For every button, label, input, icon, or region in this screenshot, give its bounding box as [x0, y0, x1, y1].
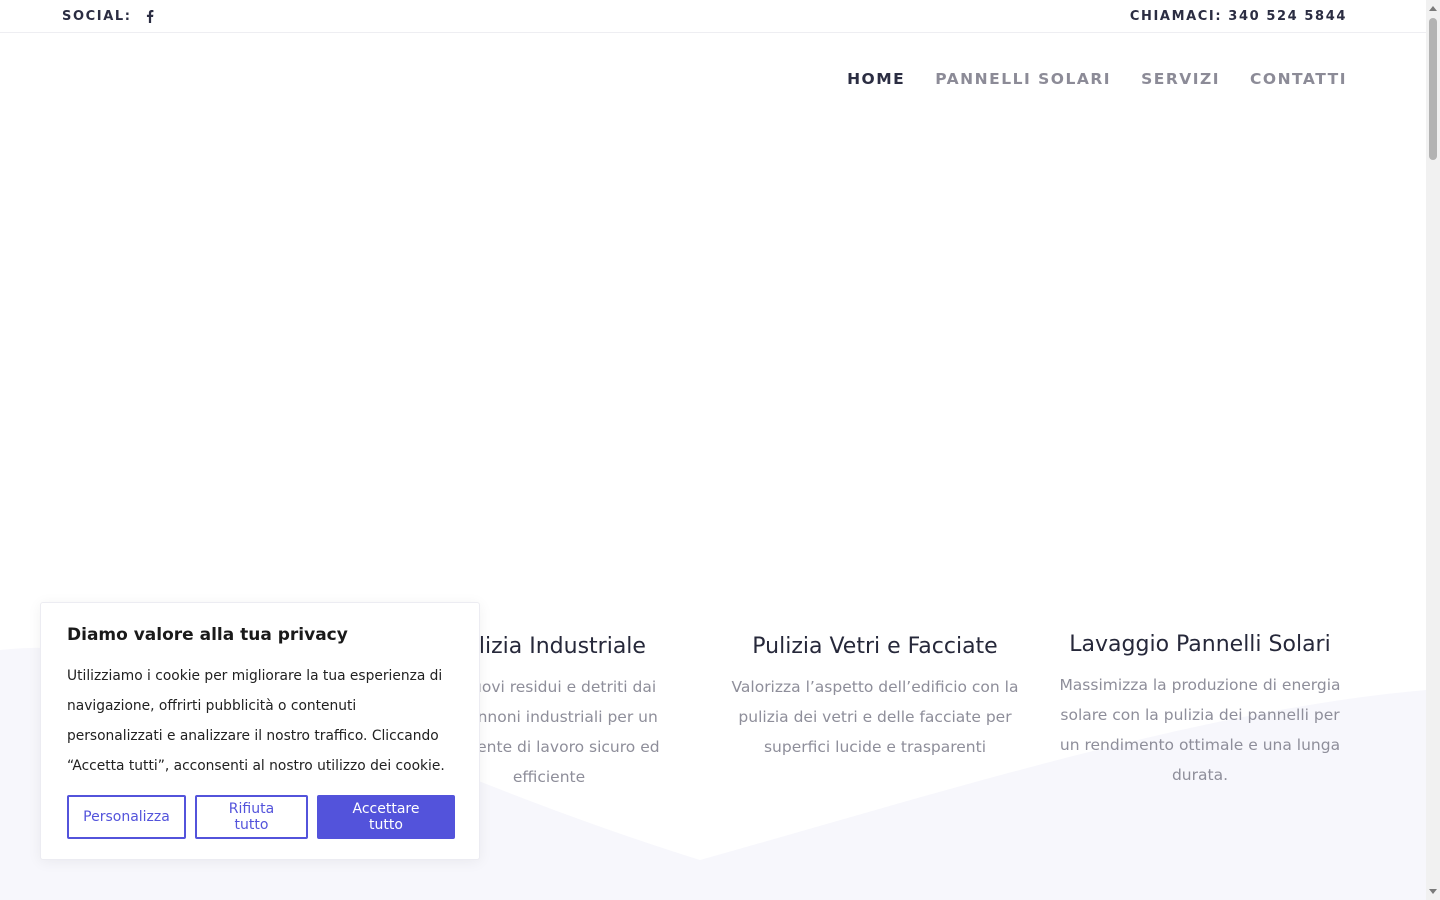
nav-item-servizi[interactable]: SERVIZI — [1141, 70, 1220, 88]
customize-button[interactable]: Personalizza — [67, 795, 186, 839]
page-scrollbar[interactable] — [1426, 0, 1440, 900]
accept-all-button[interactable]: Accettare tutto — [317, 795, 455, 839]
service-card: Pulizia Vetri e Facciate Valorizza l’asp… — [710, 630, 1040, 762]
service-text: Valorizza l’aspetto dell’edificio con la… — [731, 678, 1019, 756]
cookie-title: Diamo valore alla tua privacy — [67, 625, 348, 645]
service-title: Lavaggio Pannelli Solari — [1069, 632, 1331, 657]
service-card: Lavaggio Pannelli Solari Massimizza la p… — [1035, 628, 1365, 790]
scroll-thumb[interactable] — [1429, 18, 1437, 160]
service-title: Pulizia Vetri e Facciate — [752, 634, 998, 659]
cookie-actions: Personalizza Rifiuta tutto Accettare tut… — [67, 795, 455, 839]
reject-all-button[interactable]: Rifiuta tutto — [195, 795, 308, 839]
phone-link[interactable]: CHIAMACI: 340 524 5844 — [1130, 9, 1347, 24]
scroll-up-arrow-icon[interactable] — [1429, 6, 1437, 11]
service-text: Massimizza la produzione di energia sola… — [1059, 676, 1341, 784]
main-nav: HOME PANNELLI SOLARI SERVIZI CONTATTI — [847, 70, 1347, 88]
social-links: SOCIAL: — [62, 9, 154, 24]
cookie-banner: Diamo valore alla tua privacy Utilizziam… — [40, 602, 480, 860]
cookie-text: Utilizziamo i cookie per migliorare la t… — [67, 668, 445, 774]
nav-item-contatti[interactable]: CONTATTI — [1250, 70, 1347, 88]
facebook-icon[interactable] — [146, 9, 154, 23]
scroll-down-arrow-icon[interactable] — [1429, 889, 1437, 894]
nav-item-home[interactable]: HOME — [847, 70, 905, 88]
social-label: SOCIAL: — [62, 8, 132, 24]
top-bar: SOCIAL: CHIAMACI: 340 524 5844 — [0, 0, 1426, 33]
nav-item-pannelli-solari[interactable]: PANNELLI SOLARI — [935, 70, 1111, 88]
